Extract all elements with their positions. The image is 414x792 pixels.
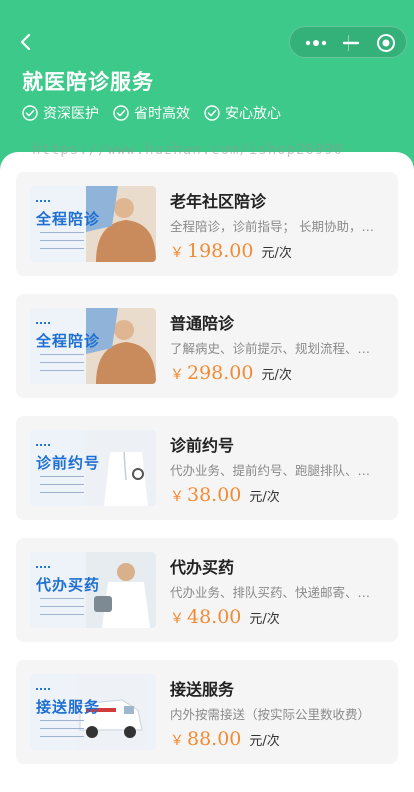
price-unit: 元/次 <box>261 246 292 261</box>
thumbnail-text-line <box>40 614 84 615</box>
price-amount: 38.00 <box>187 484 242 506</box>
service-list: 全程陪诊 老年社区陪诊 全程陪诊，诊前指导； 长期协助，… ￥ 198.00 元… <box>0 152 414 792</box>
price-unit: 元/次 <box>249 490 280 505</box>
currency-symbol: ￥ <box>170 245 184 261</box>
service-thumbnail: 接送服务 <box>30 674 156 750</box>
price-amount: 48.00 <box>187 606 242 628</box>
service-price: ￥ 198.00 元/次 <box>170 240 386 262</box>
feature-tag: 安心放心 <box>204 103 281 123</box>
service-card[interactable]: 诊前约号 诊前约号 代办业务、提前约号、跑腿排队、… ￥ 38.00 元/次 <box>16 416 398 520</box>
service-card[interactable]: 接送服务 接送服务 内外按需接送（按实际公里数收费） ￥ 88.00 元/次 <box>16 660 398 764</box>
feature-tag: 资深医护 <box>22 103 99 123</box>
thumbnail-text-line <box>40 736 84 737</box>
thumbnail-text-line <box>40 598 84 599</box>
minimize-icon[interactable] <box>342 35 360 51</box>
thumbnail-text-line <box>40 484 84 485</box>
service-thumbnail: 诊前约号 <box>30 430 156 506</box>
service-desc: 了解病史、诊前提示、规划流程、… <box>170 341 371 356</box>
service-info: 老年社区陪诊 全程陪诊，诊前指导； 长期协助，… ￥ 198.00 元/次 <box>170 188 386 262</box>
thumbnail-text-line <box>40 240 84 241</box>
thumbnail-text-line <box>40 476 84 477</box>
service-name: 代办买药 <box>170 558 235 577</box>
currency-symbol: ￥ <box>170 367 184 383</box>
service-desc: 内外按需接送（按实际公里数收费） <box>170 707 371 722</box>
price-amount: 198.00 <box>187 240 254 262</box>
mini-program-capsule <box>289 26 407 58</box>
dots-decoration <box>36 322 50 326</box>
thumbnail-text-line <box>40 606 84 607</box>
feature-tag: 省时高效 <box>113 103 190 123</box>
thumbnail-title: 诊前约号 <box>36 454 101 472</box>
watermark: https://www.huzhan.com/ishop26990 <box>32 142 344 158</box>
thumbnail-text-line <box>40 362 84 363</box>
thumbnail-text-line <box>40 248 84 249</box>
thumbnail-text-line <box>40 354 84 355</box>
service-card[interactable]: 全程陪诊 老年社区陪诊 全程陪诊，诊前指导； 长期协助，… ￥ 198.00 元… <box>16 172 398 276</box>
service-price: ￥ 48.00 元/次 <box>170 606 386 628</box>
page-title: 就医陪诊服务 <box>22 70 154 94</box>
back-arrow-icon[interactable] <box>14 30 38 54</box>
service-info: 普通陪诊 了解病史、诊前提示、规划流程、… ￥ 298.00 元/次 <box>170 310 386 384</box>
check-circle-icon <box>113 105 129 121</box>
service-price: ￥ 88.00 元/次 <box>170 728 386 750</box>
service-desc: 代办业务、提前约号、跑腿排队、… <box>170 463 371 478</box>
feature-tag-label: 安心放心 <box>225 106 281 122</box>
service-desc: 全程陪诊，诊前指导； 长期协助，… <box>170 219 374 234</box>
thumbnail-title: 全程陪诊 <box>36 332 101 350</box>
currency-symbol: ￥ <box>170 733 184 749</box>
service-info: 接送服务 内外按需接送（按实际公里数收费） ￥ 88.00 元/次 <box>170 676 386 750</box>
dots-decoration <box>36 688 50 692</box>
thumbnail-title: 全程陪诊 <box>36 210 101 228</box>
thumbnail-title: 接送服务 <box>36 698 101 716</box>
service-card[interactable]: 代办买药 代办买药 代办业务、排队买药、快递邮寄、… ￥ 48.00 元/次 <box>16 538 398 642</box>
service-name: 诊前约号 <box>170 436 235 455</box>
service-thumbnail: 全程陪诊 <box>30 308 156 384</box>
thumbnail-text-line <box>40 720 84 721</box>
service-name: 普通陪诊 <box>170 314 235 333</box>
service-card[interactable]: 全程陪诊 普通陪诊 了解病史、诊前提示、规划流程、… ￥ 298.00 元/次 <box>16 294 398 398</box>
thumbnail-text-line <box>40 370 84 371</box>
currency-symbol: ￥ <box>170 489 184 505</box>
check-circle-icon <box>22 105 38 121</box>
dots-decoration <box>36 444 50 448</box>
more-dots-icon[interactable] <box>302 35 330 51</box>
service-info: 代办买药 代办业务、排队买药、快递邮寄、… ￥ 48.00 元/次 <box>170 554 386 628</box>
service-name: 接送服务 <box>170 680 235 699</box>
close-circle-icon[interactable] <box>376 33 396 53</box>
thumbnail-text-line <box>40 728 84 729</box>
service-thumbnail: 全程陪诊 <box>30 186 156 262</box>
service-thumbnail: 代办买药 <box>30 552 156 628</box>
price-amount: 88.00 <box>187 728 242 750</box>
thumbnail-text-line <box>40 492 84 493</box>
thumbnail-title: 代办买药 <box>36 576 101 594</box>
price-unit: 元/次 <box>249 734 280 749</box>
currency-symbol: ￥ <box>170 611 184 627</box>
check-circle-icon <box>204 105 220 121</box>
price-amount: 298.00 <box>187 362 254 384</box>
feature-tags: 资深医护 省时高效 安心放心 <box>22 103 281 123</box>
thumbnail-text-line <box>40 232 84 233</box>
service-info: 诊前约号 代办业务、提前约号、跑腿排队、… ￥ 38.00 元/次 <box>170 432 386 506</box>
feature-tag-label: 资深医护 <box>43 106 99 122</box>
service-price: ￥ 38.00 元/次 <box>170 484 386 506</box>
dots-decoration <box>36 200 50 204</box>
service-price: ￥ 298.00 元/次 <box>170 362 386 384</box>
service-desc: 代办业务、排队买药、快递邮寄、… <box>170 585 371 600</box>
price-unit: 元/次 <box>261 368 292 383</box>
dots-decoration <box>36 566 50 570</box>
price-unit: 元/次 <box>249 612 280 627</box>
feature-tag-label: 省时高效 <box>134 106 190 122</box>
service-name: 老年社区陪诊 <box>170 192 267 211</box>
